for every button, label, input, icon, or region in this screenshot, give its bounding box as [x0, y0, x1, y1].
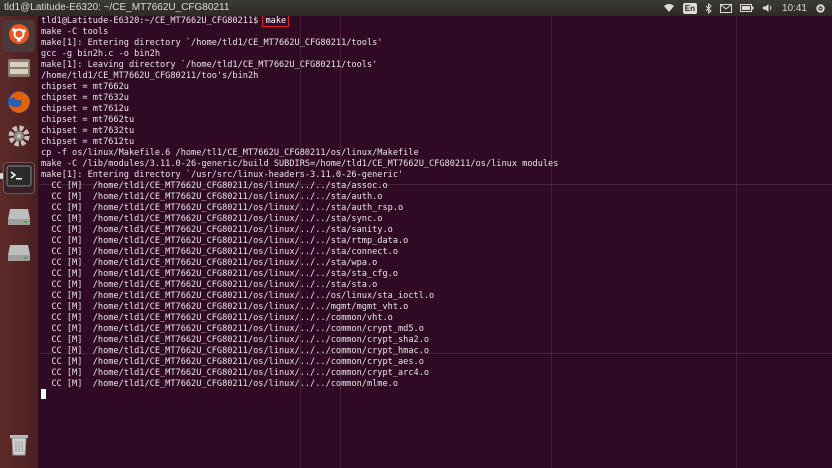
clock[interactable]: 10:41	[782, 3, 807, 14]
bluetooth-icon[interactable]	[705, 2, 712, 14]
file-manager-button[interactable]	[3, 54, 35, 86]
output-line: CC [M] /home/tld1/CE_MT7662U_CFG80211/os…	[41, 313, 393, 323]
output-line: CC [M] /home/tld1/CE_MT7662U_CFG80211/os…	[41, 258, 378, 268]
top-panel: tld1@Latitude-E6320: ~/CE_MT7662U_CFG802…	[0, 0, 832, 16]
keyboard-layout-indicator[interactable]: En	[682, 2, 697, 14]
output-line: CC [M] /home/tld1/CE_MT7662U_CFG80211/os…	[41, 346, 430, 356]
trash-icon	[8, 431, 30, 461]
output-line: CC [M] /home/tld1/CE_MT7662U_CFG80211/os…	[41, 269, 398, 279]
output-line: CC [M] /home/tld1/CE_MT7662U_CFG80211/os…	[41, 368, 430, 378]
drive-button[interactable]	[3, 202, 35, 234]
terminal-output: tld1@Latitude-E6320:~/CE_MT7662U_CFG8021…	[41, 16, 558, 390]
output-line: cp -f os/linux/Makefile.6 /home/tl1/CE_M…	[41, 148, 419, 158]
output-line: make[1]: Entering directory `/home/tld1/…	[41, 38, 383, 48]
prompt-line: tld1@Latitude-E6320:~/CE_MT7662U_CFG8021…	[41, 16, 558, 27]
output-line: CC [M] /home/tld1/CE_MT7662U_CFG80211/os…	[41, 302, 409, 312]
dash-home-icon	[7, 22, 31, 50]
output-line: make[1]: Entering directory `/usr/src/li…	[41, 170, 404, 180]
output-line: CC [M] /home/tld1/CE_MT7662U_CFG80211/os…	[41, 225, 393, 235]
trash-button[interactable]	[3, 430, 35, 462]
output-line: /home/tld1/CE_MT7662U_CFG80211/too's/bin…	[41, 71, 259, 81]
system-settings-button[interactable]	[3, 122, 35, 154]
email-icon[interactable]	[719, 3, 732, 13]
output-line: CC [M] /home/tld1/CE_MT7662U_CFG80211/os…	[41, 192, 383, 202]
output-line: CC [M] /home/tld1/CE_MT7662U_CFG80211/os…	[41, 181, 388, 191]
typed-command: make	[262, 16, 290, 27]
network-icon[interactable]	[663, 3, 675, 13]
output-line: gcc -g bin2h.c -o bin2h	[41, 49, 160, 59]
output-line: CC [M] /home/tld1/CE_MT7662U_CFG80211/os…	[41, 291, 435, 301]
battery-icon[interactable]	[739, 4, 754, 12]
file-manager-icon	[6, 56, 32, 84]
firefox-icon	[6, 89, 32, 119]
output-line: CC [M] /home/tld1/CE_MT7662U_CFG80211/os…	[41, 214, 383, 224]
window-title: tld1@Latitude-E6320: ~/CE_MT7662U_CFG802…	[4, 2, 230, 13]
output-line: make[1]: Leaving directory `/home/tld1/C…	[41, 60, 378, 70]
system-settings-icon	[6, 123, 32, 153]
output-line: chipset = mt7632u	[41, 93, 129, 103]
text-cursor	[41, 389, 46, 399]
terminal-window[interactable]: tld1@Latitude-E6320:~/CE_MT7662U_CFG8021…	[39, 16, 832, 468]
output-line: make -C /lib/modules/3.11.0-26-generic/b…	[41, 159, 559, 169]
output-line: CC [M] /home/tld1/CE_MT7662U_CFG80211/os…	[41, 247, 398, 257]
output-line: chipset = mt7662tu	[41, 115, 135, 125]
output-line: chipset = mt7612tu	[41, 137, 135, 147]
dash-home-button[interactable]	[3, 20, 35, 52]
drive-icon	[6, 241, 32, 267]
output-line: chipset = mt7632tu	[41, 126, 135, 136]
output-line: make -C tools	[41, 27, 109, 37]
output-line: CC [M] /home/tld1/CE_MT7662U_CFG80211/os…	[41, 357, 424, 367]
output-line: CC [M] /home/tld1/CE_MT7662U_CFG80211/os…	[41, 335, 430, 345]
grid-line	[736, 16, 737, 468]
output-line: chipset = mt7612u	[41, 104, 129, 114]
terminal-button[interactable]	[3, 162, 35, 194]
firefox-button[interactable]	[3, 88, 35, 120]
drive-button-2[interactable]	[3, 238, 35, 270]
output-line: CC [M] /home/tld1/CE_MT7662U_CFG80211/os…	[41, 236, 409, 246]
gear-icon[interactable]	[815, 3, 826, 14]
prompt: tld1@Latitude-E6320:~/CE_MT7662U_CFG8021…	[41, 16, 264, 26]
output-line: chipset = mt7662u	[41, 82, 129, 92]
terminal-icon	[6, 165, 32, 191]
output-line: CC [M] /home/tld1/CE_MT7662U_CFG80211/os…	[41, 280, 378, 290]
output-line: CC [M] /home/tld1/CE_MT7662U_CFG80211/os…	[41, 203, 404, 213]
system-tray: En 10:41	[663, 1, 826, 15]
launcher	[0, 16, 39, 468]
output-line: CC [M] /home/tld1/CE_MT7662U_CFG80211/os…	[41, 324, 424, 334]
volume-icon[interactable]	[762, 3, 774, 13]
output-line: CC [M] /home/tld1/CE_MT7662U_CFG80211/os…	[41, 379, 398, 389]
drive-icon	[6, 205, 32, 231]
